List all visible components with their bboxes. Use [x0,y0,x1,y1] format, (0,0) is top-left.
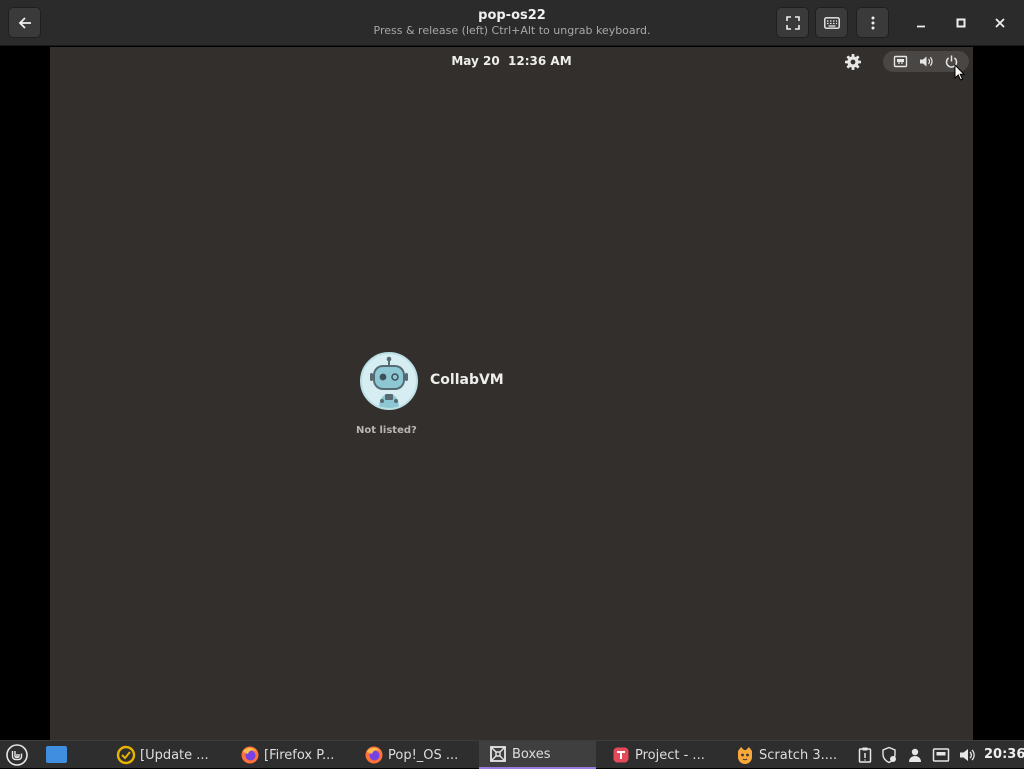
firefox-icon [365,746,383,764]
menu-button[interactable] [856,7,889,38]
taskbar-item-label: Boxes [512,746,551,762]
user-avatar[interactable] [360,352,418,410]
clipboard-icon[interactable] [856,746,874,764]
network-icon [893,55,908,68]
firefox-icon [241,746,259,764]
project-icon [613,747,629,763]
taskbar-item-label: Pop!_OS ... [388,747,459,763]
shield-icon[interactable] [880,746,898,764]
boxes-icon [490,746,506,762]
mint-menu-icon[interactable] [6,744,28,766]
keyboard-icon [823,16,840,29]
user-icon[interactable] [906,746,924,764]
user-name[interactable]: CollabVM [430,372,504,388]
vm-clock[interactable]: May 20 12:36 AM [50,54,973,68]
gear-icon[interactable] [844,53,862,71]
taskbar-item-label: [Update ... [140,747,209,763]
window-title-block: pop-os22 Press & release (left) Ctrl+Alt… [300,8,724,37]
not-listed-link[interactable]: Not listed? [356,425,417,436]
window-title: pop-os22 [478,8,546,23]
show-desktop-button[interactable] [46,746,67,763]
taskbar-item-project[interactable]: Project - ... [605,741,723,769]
fullscreen-button[interactable] [776,7,809,38]
volume-icon[interactable] [958,746,976,764]
window-subtitle: Press & release (left) Ctrl+Alt to ungra… [373,24,651,37]
minimize-button[interactable] [909,11,933,35]
taskbar-item-firefox-2[interactable]: Pop!_OS ... [358,741,476,769]
minimize-icon [917,25,925,28]
close-icon [995,18,1005,28]
taskbar-item-firefox-1[interactable]: [Firefox P... [234,741,352,769]
back-button[interactable] [8,7,41,38]
keyboard-button[interactable] [815,7,848,38]
fullscreen-icon [785,15,800,30]
mouse-cursor-icon [954,64,966,81]
taskbar-clock[interactable]: 20:36 [984,747,1024,762]
taskbar-item-label: Scratch 3.... [759,747,838,763]
volume-icon [920,56,933,67]
network-icon[interactable] [932,746,950,764]
taskbar: [Update ... [Firefox P... Pop!_OS ... Bo… [0,740,1024,769]
close-button[interactable] [988,11,1012,35]
back-arrow-icon [18,16,31,29]
taskbar-item-label: Project - ... [635,747,705,763]
maximize-button[interactable] [949,11,973,35]
robot-avatar-icon [370,356,408,408]
taskbar-item-update[interactable]: [Update ... [110,741,228,769]
window-header: pop-os22 Press & release (left) Ctrl+Alt… [0,0,1024,46]
update-manager-icon [116,745,136,765]
kebab-menu-icon [871,16,874,29]
taskbar-item-scratch[interactable]: Scratch 3.... [729,741,847,769]
scratch-icon [738,747,752,764]
maximize-icon [956,18,966,28]
taskbar-item-boxes[interactable]: Boxes [479,741,596,769]
vm-display[interactable]: May 20 12:36 AM CollabVM Not listed? [50,47,973,740]
taskbar-item-label: [Firefox P... [264,747,335,763]
